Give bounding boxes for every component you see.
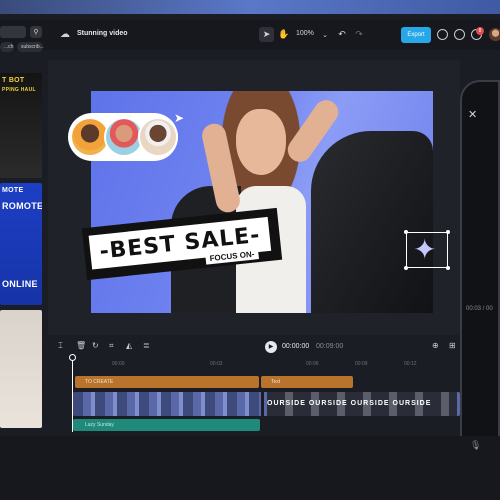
adjust-icon[interactable]: ≣ [143,341,150,350]
chevron-down-icon[interactable]: ⌄ [321,27,329,42]
sparkle-icon: ✦ [413,234,437,265]
undo-icon[interactable]: ↶ [336,27,348,42]
template-thumb-promote[interactable]: MOTE ROMOTE ONLINE [0,183,42,305]
ruler-label: 00:09 [355,361,368,367]
text-clip[interactable]: TO CREATE [75,376,259,388]
resize-handle[interactable] [446,230,450,234]
zoom-level[interactable]: 100% [296,30,314,37]
ruler-label: 00:00 [112,361,125,367]
search-input[interactable] [0,26,26,38]
zoom-timeline-icon[interactable]: ⊞ [449,341,456,350]
cloud-icon[interactable]: ☁ [60,29,72,41]
microphone-icon[interactable]: 🎙 [470,440,481,451]
chip-subscribe[interactable]: subscrib... [17,42,44,52]
playhead[interactable] [72,356,73,432]
rotate-icon[interactable]: ↻ [92,341,99,350]
sparkle-sticker-selected[interactable]: ✦ [404,230,450,270]
thumb-subtitle: PPING HAUL [2,87,36,93]
shield-icon[interactable] [437,29,448,40]
current-time: 00:00:00 [282,343,310,350]
text-clip[interactable]: Text [261,376,353,388]
playhead-handle[interactable] [69,354,76,361]
split-icon[interactable]: ⌶ [58,341,63,351]
ruler-label: 00:03 [210,361,223,367]
fit-icon[interactable]: ⊕ [432,341,439,350]
person-jacket-right [311,131,433,313]
phone-preview-panel [460,80,500,470]
crop-icon[interactable]: ⌗ [109,341,114,351]
chip-search[interactable]: ...ch [0,42,14,52]
filter-icon[interactable]: ⚲ [30,26,42,38]
close-icon[interactable]: ✕ [468,108,477,121]
mirror-icon[interactable]: ◭ [126,341,132,350]
delete-icon[interactable]: 🗑 [76,341,86,350]
select-tool-icon[interactable]: ➤ [259,27,274,42]
template-thumb-haul[interactable]: T BOT PPING HAUL [0,73,42,178]
thumb-subtitle: ROMOTE [2,201,42,211]
phone-timecode: 00:03 / 00 [466,306,493,312]
avatar-man [138,117,178,157]
help-icon[interactable] [454,29,465,40]
avatar[interactable] [489,28,500,41]
thumb-title: T BOT [2,77,25,84]
notification-badge: 8 [476,27,484,35]
audio-clip[interactable]: Lazy Sunday [73,419,260,431]
export-button[interactable]: Export [401,27,431,43]
person-face [236,109,286,175]
resize-handle[interactable] [446,266,450,270]
redo-icon[interactable]: ↷ [353,27,365,42]
editor-app: ⚲ ...ch subscrib... ☁ Stunning video ➤ ✋… [0,0,500,500]
resize-handle[interactable] [404,230,408,234]
clip-cut [261,392,264,416]
avatar-group-sticker[interactable] [68,113,178,161]
ruler-label: 00:06 [306,361,319,367]
play-button[interactable]: ▶ [265,341,277,353]
cursor-arrow-icon: ➤ [174,111,185,125]
thumb-subtitle-2: ONLINE [2,279,38,289]
project-title[interactable]: Stunning video [77,30,128,37]
total-time: 00:09:00 [316,343,344,350]
resize-handle[interactable] [404,266,408,270]
template-thumb-food[interactable] [0,310,42,428]
video-clip[interactable]: OURSIDE OURSIDE OURSIDE OURSIDE [73,392,460,416]
ruler-label: 00:12 [404,361,417,367]
browser-strip [0,0,500,14]
hand-tool-icon[interactable]: ✋ [278,27,290,42]
thumb-title: MOTE [2,187,24,194]
video-clip-label: OURSIDE OURSIDE OURSIDE OURSIDE [267,392,457,416]
bottom-bar [0,436,500,500]
